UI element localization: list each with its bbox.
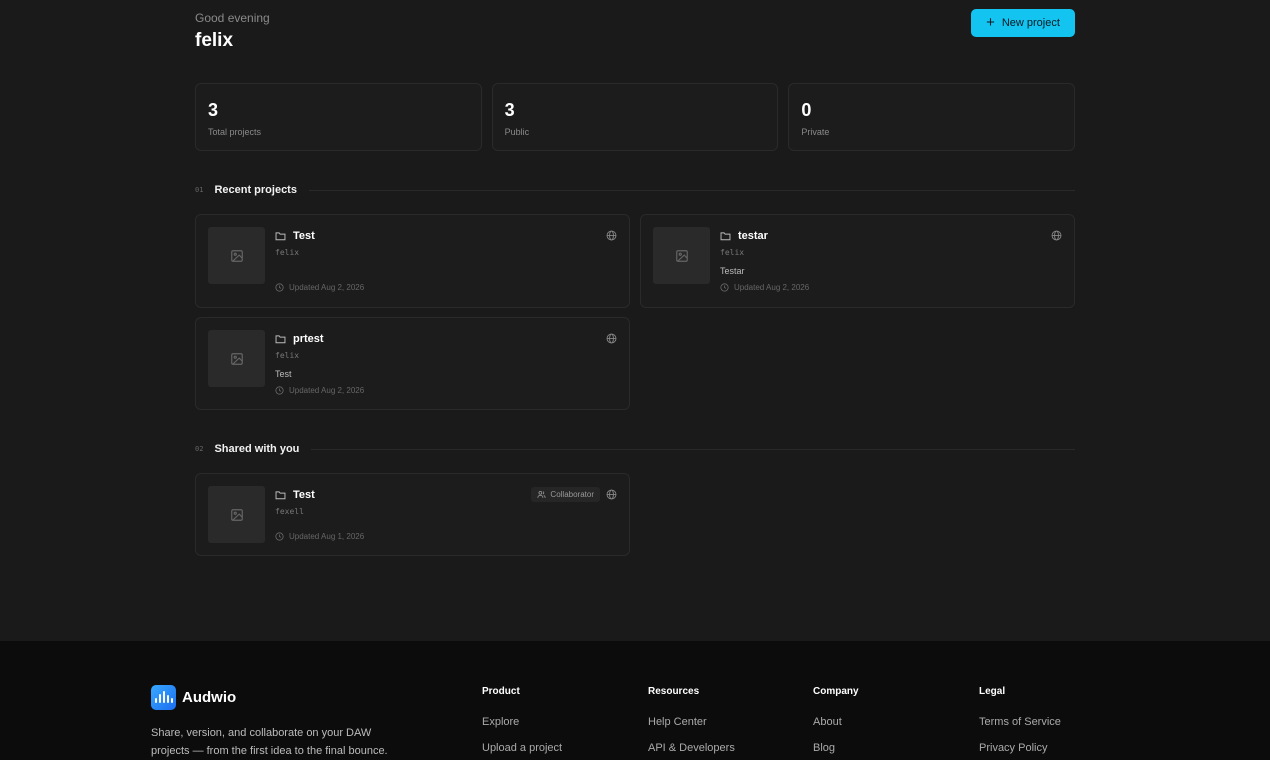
project-card[interactable]: prtest felix Test Updated Aug 2, 2026 <box>195 317 630 410</box>
updated-text: Updated Aug 2, 2026 <box>289 283 365 292</box>
section-index: 01 <box>195 186 204 194</box>
project-description: Test <box>275 369 292 379</box>
project-name[interactable]: prtest <box>293 333 324 345</box>
shared-project-card[interactable]: Test fexell Updated Aug 1, 2026 Collabor… <box>195 473 630 556</box>
folder-icon <box>275 491 286 500</box>
footer-link[interactable]: About <box>813 716 859 728</box>
new-project-button[interactable]: + New project <box>971 9 1075 37</box>
updated-text: Updated Aug 2, 2026 <box>289 386 365 395</box>
stat-card-public: 3 Public <box>491 83 779 151</box>
project-card[interactable]: Test felix Updated Aug 2, 2026 <box>195 214 630 308</box>
clock-icon <box>720 283 729 292</box>
project-owner: fexell <box>275 507 304 516</box>
greeting-text: Good evening <box>195 11 270 25</box>
stats-row: 3 Total projects 3 Public 0 Private <box>195 83 1076 151</box>
section-divider <box>311 448 1075 450</box>
stat-card-total: 3 Total projects <box>195 83 482 151</box>
site-footer: Audwio Share, version, and collaborate o… <box>0 641 1270 760</box>
footer-tagline: Share, version, and collaborate on your … <box>151 727 388 757</box>
footer-link[interactable]: Explore <box>482 716 562 728</box>
brand-name: Audwio <box>182 689 237 706</box>
stat-label: Total projects <box>208 127 262 137</box>
footer-link[interactable]: Upload a project <box>482 742 562 754</box>
stat-card-private: 0 Private <box>788 83 1076 151</box>
updated-text: Updated Aug 2, 2026 <box>734 283 810 292</box>
plus-icon: + <box>986 14 995 31</box>
footer-heading: Resources <box>648 686 700 697</box>
footer-link[interactable]: Terms of Service <box>979 716 1061 728</box>
folder-icon <box>720 232 731 241</box>
clock-icon <box>275 386 284 395</box>
footer-column-legal: Legal Terms of Service Privacy Policy <box>979 686 1061 760</box>
audwio-logo-icon <box>151 685 176 710</box>
project-updated: Updated Aug 2, 2026 <box>720 283 809 292</box>
project-owner: felix <box>720 248 745 257</box>
clock-icon <box>275 532 284 541</box>
project-title-row: Test <box>275 230 315 242</box>
image-placeholder-icon <box>675 249 688 262</box>
folder-icon <box>275 232 286 241</box>
stat-label: Private <box>801 127 830 137</box>
project-name[interactable]: Test <box>293 489 315 501</box>
project-updated: Updated Aug 2, 2026 <box>275 386 364 395</box>
stat-value: 0 <box>801 100 812 120</box>
project-thumbnail <box>208 330 265 387</box>
project-thumbnail <box>653 227 710 284</box>
globe-icon <box>1051 230 1062 241</box>
updated-text: Updated Aug 1, 2026 <box>289 532 365 541</box>
footer-link[interactable]: API & Developers <box>648 742 735 754</box>
recent-projects-header: 01 Recent projects <box>195 184 1075 196</box>
globe-icon <box>606 489 617 500</box>
footer-link[interactable]: Blog <box>813 742 859 754</box>
section-title: Shared with you <box>214 443 300 455</box>
project-title-row: prtest <box>275 333 324 345</box>
project-updated: Updated Aug 2, 2026 <box>275 283 364 292</box>
project-title-row: testar <box>720 230 768 242</box>
footer-link[interactable]: Help Center <box>648 716 735 728</box>
project-name[interactable]: testar <box>738 230 768 242</box>
footer-link[interactable]: Privacy Policy <box>979 742 1061 754</box>
section-divider <box>308 189 1075 191</box>
project-title-row: Test <box>275 489 315 501</box>
project-updated: Updated Aug 1, 2026 <box>275 532 364 541</box>
stat-label: Public <box>504 127 530 137</box>
globe-icon <box>606 333 617 344</box>
project-description: Testar <box>720 266 745 276</box>
project-owner: felix <box>275 248 300 257</box>
project-name[interactable]: Test <box>293 230 315 242</box>
image-placeholder-icon <box>230 508 243 521</box>
project-thumbnail <box>208 227 265 284</box>
project-thumbnail <box>208 486 265 543</box>
footer-column-company: Company About Blog <box>813 686 859 760</box>
stat-value: 3 <box>504 100 515 120</box>
project-card[interactable]: testar felix Testar Updated Aug 2, 2026 <box>640 214 1075 308</box>
image-placeholder-icon <box>230 352 243 365</box>
users-icon <box>537 491 546 498</box>
section-index: 02 <box>195 445 204 453</box>
section-title: Recent projects <box>214 184 297 196</box>
new-project-label: New project <box>1001 17 1060 29</box>
footer-brand[interactable]: Audwio <box>151 685 236 710</box>
role-badge: Collaborator <box>531 487 600 502</box>
stat-value: 3 <box>208 100 219 120</box>
footer-column-product: Product Explore Upload a project <box>482 686 562 760</box>
image-placeholder-icon <box>230 249 243 262</box>
page-title: felix <box>195 30 234 51</box>
project-owner: felix <box>275 351 300 360</box>
footer-heading: Company <box>813 686 859 697</box>
globe-icon <box>606 230 617 241</box>
footer-heading: Product <box>482 686 520 697</box>
footer-column-resources: Resources Help Center API & Developers <box>648 686 735 760</box>
folder-icon <box>275 335 286 344</box>
footer-heading: Legal <box>979 686 1006 697</box>
shared-projects-header: 02 Shared with you <box>195 443 1075 455</box>
role-text: Collaborator <box>550 490 594 499</box>
clock-icon <box>275 283 284 292</box>
